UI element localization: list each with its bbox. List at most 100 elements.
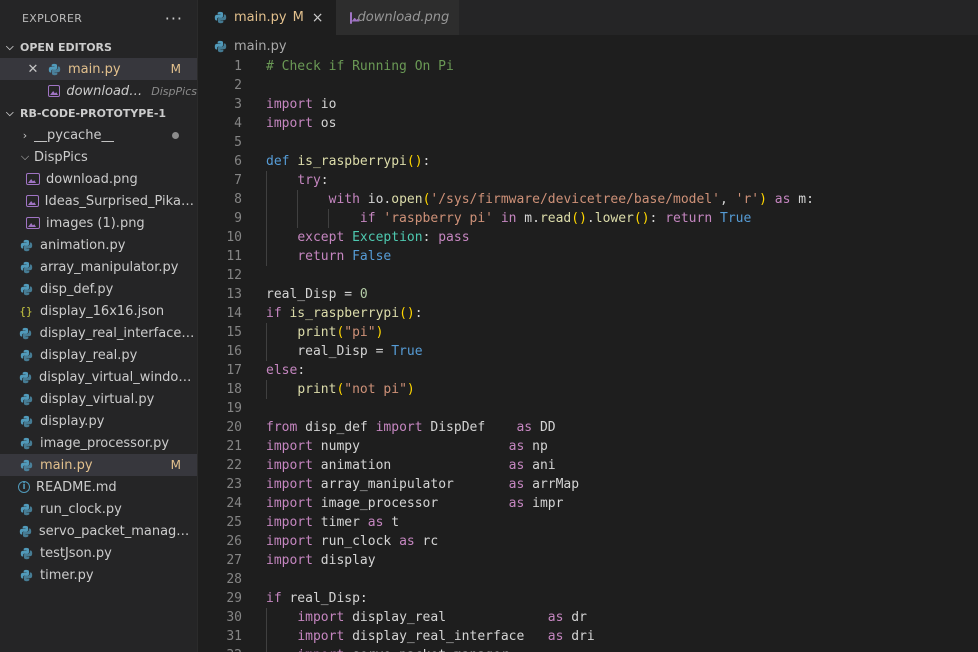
breadcrumb[interactable]: main.py xyxy=(198,35,287,57)
code-text: print("pi") xyxy=(266,323,383,342)
file-item[interactable]: main.py M xyxy=(0,454,197,476)
chevron-down-icon: ⌵ xyxy=(6,107,14,119)
file-item[interactable]: timer.py xyxy=(0,564,197,586)
code-line[interactable]: 10 except Exception: pass xyxy=(198,228,978,247)
file-item[interactable]: testJson.py xyxy=(0,542,197,564)
file-item[interactable]: download.png xyxy=(0,168,197,190)
code-line[interactable]: 14 if is_raspberrypi(): xyxy=(198,304,978,323)
open-editors-section[interactable]: ⌵ OPEN EDITORS xyxy=(0,36,197,58)
close-icon[interactable]: × xyxy=(312,10,324,26)
indent-guide xyxy=(266,171,267,190)
file-item[interactable]: i README.md xyxy=(0,476,197,498)
code-line[interactable]: 12 xyxy=(198,266,978,285)
code-line[interactable]: 18 print("not pi") xyxy=(198,380,978,399)
code-text: import image_processor as impr xyxy=(266,496,564,511)
open-editor-download[interactable]: download.png DispPics xyxy=(0,80,197,102)
code-line[interactable]: 13 real_Disp = 0 xyxy=(198,285,978,304)
open-editor-main[interactable]: ✕ main.py M xyxy=(0,58,197,80)
code-line[interactable]: 23 import array_manipulator as arrMap xyxy=(198,475,978,494)
file-label: run_clock.py xyxy=(40,501,122,517)
indent-guide xyxy=(266,380,267,399)
indent-guide xyxy=(266,209,267,228)
code-line[interactable]: 2 xyxy=(198,76,978,95)
code-line[interactable]: 11 return False xyxy=(198,247,978,266)
code-line[interactable]: 6 def is_raspberrypi(): xyxy=(198,152,978,171)
line-number: 32 xyxy=(198,646,266,652)
file-item[interactable]: {} display_16x16.json xyxy=(0,300,197,322)
code-text: # Check if Running On Pi xyxy=(266,59,454,74)
code-text: import servo_packet_manager xyxy=(266,646,509,652)
line-number: 29 xyxy=(226,591,242,606)
file-item[interactable]: display_virtual_window.py xyxy=(0,366,197,388)
chevron-right-icon: › xyxy=(22,128,28,142)
line-number: 18 xyxy=(226,382,242,397)
folder-disppics[interactable]: ⌵ DispPics xyxy=(0,146,197,168)
line-number: 21 xyxy=(226,439,242,454)
folder-pycache[interactable]: › __pycache__ xyxy=(0,124,197,146)
code-text: import timer as t xyxy=(266,515,400,530)
file-item[interactable]: image_processor.py xyxy=(0,432,197,454)
file-label: timer.py xyxy=(40,567,94,583)
code-editor[interactable]: 1 # Check if Running On Pi 2 3 import io 4 imp… xyxy=(198,57,978,652)
python-file-icon xyxy=(18,325,34,341)
code-line[interactable]: 31 import display_real_interface as dri xyxy=(198,627,978,646)
code-line[interactable]: 21 import numpy as np xyxy=(198,437,978,456)
code-text: def is_raspberrypi(): xyxy=(266,154,431,169)
code-line[interactable]: 22 import animation as ani xyxy=(198,456,978,475)
code-line[interactable]: 1 # Check if Running On Pi xyxy=(198,57,978,76)
code-line[interactable]: 5 xyxy=(198,133,978,152)
code-line[interactable]: 7 try: xyxy=(198,171,978,190)
file-item[interactable]: array_manipulator.py xyxy=(0,256,197,278)
line-number: 30 xyxy=(226,610,242,625)
code-line[interactable]: 28 xyxy=(198,570,978,589)
close-icon[interactable]: ✕ xyxy=(26,62,40,77)
file-item[interactable]: Ideas_Surprised_Pikachu... xyxy=(0,190,197,212)
file-item[interactable]: display.py xyxy=(0,410,197,432)
line-number: 20 xyxy=(226,420,242,435)
code-text: from disp_def import DispDef as DD xyxy=(266,420,556,435)
vscode-window: EXPLORER ··· ⌵ OPEN EDITORS ✕ main.py M … xyxy=(0,0,978,652)
code-line[interactable]: 4 import os xyxy=(198,114,978,133)
tab-download-png[interactable]: download.png xyxy=(335,0,459,35)
code-text: print("not pi") xyxy=(266,380,415,399)
code-line[interactable]: 9 if 'raspberry pi' in m.read().lower():… xyxy=(198,209,978,228)
code-line[interactable]: 26 import run_clock as rc xyxy=(198,532,978,551)
python-file-icon xyxy=(18,457,34,473)
code-line[interactable]: 19 xyxy=(198,399,978,418)
file-item[interactable]: disp_def.py xyxy=(0,278,197,300)
code-text: import display xyxy=(266,553,376,568)
file-item[interactable]: display_virtual.py xyxy=(0,388,197,410)
code-line[interactable]: 24 import image_processor as impr xyxy=(198,494,978,513)
code-text: if is_raspberrypi(): xyxy=(266,306,423,321)
file-item[interactable]: images (1).png xyxy=(0,212,197,234)
line-number: 5 xyxy=(234,135,242,150)
file-label: display.py xyxy=(40,413,105,429)
project-section[interactable]: ⌵ RB-CODE-PROTOTYPE-1 xyxy=(0,102,197,124)
python-file-icon xyxy=(18,501,34,517)
code-line[interactable]: 32 import servo_packet_manager xyxy=(198,646,978,652)
code-line[interactable]: 16 real_Disp = True xyxy=(198,342,978,361)
code-line[interactable]: 15 print("pi") xyxy=(198,323,978,342)
code-line[interactable]: 30 import display_real as dr xyxy=(198,608,978,627)
file-item[interactable]: display_real_interface.py xyxy=(0,322,197,344)
indent-guide xyxy=(328,209,329,228)
tab-main-py[interactable]: main.py M × xyxy=(198,0,336,35)
file-item[interactable]: servo_packet_manager.py xyxy=(0,520,197,542)
code-line[interactable]: 17 else: xyxy=(198,361,978,380)
code-line[interactable]: 25 import timer as t xyxy=(198,513,978,532)
indent-guide xyxy=(266,190,267,209)
code-line[interactable]: 29 if real_Disp: xyxy=(198,589,978,608)
more-actions-icon[interactable]: ··· xyxy=(165,9,183,28)
file-item[interactable]: run_clock.py xyxy=(0,498,197,520)
file-item[interactable]: display_real.py xyxy=(0,344,197,366)
code-line[interactable]: 8 with io.open('/sys/firmware/devicetree… xyxy=(198,190,978,209)
code-line[interactable]: 3 import io xyxy=(198,95,978,114)
explorer-sidebar: EXPLORER ··· ⌵ OPEN EDITORS ✕ main.py M … xyxy=(0,0,198,652)
file-item[interactable]: animation.py xyxy=(0,234,197,256)
chevron-down-icon: ⌵ xyxy=(20,150,30,163)
indent-guide xyxy=(266,627,267,646)
code-line[interactable]: 20 from disp_def import DispDef as DD xyxy=(198,418,978,437)
code-line[interactable]: 27 import display xyxy=(198,551,978,570)
file-label: download.png xyxy=(46,171,138,187)
file-label: animation.py xyxy=(40,237,126,253)
